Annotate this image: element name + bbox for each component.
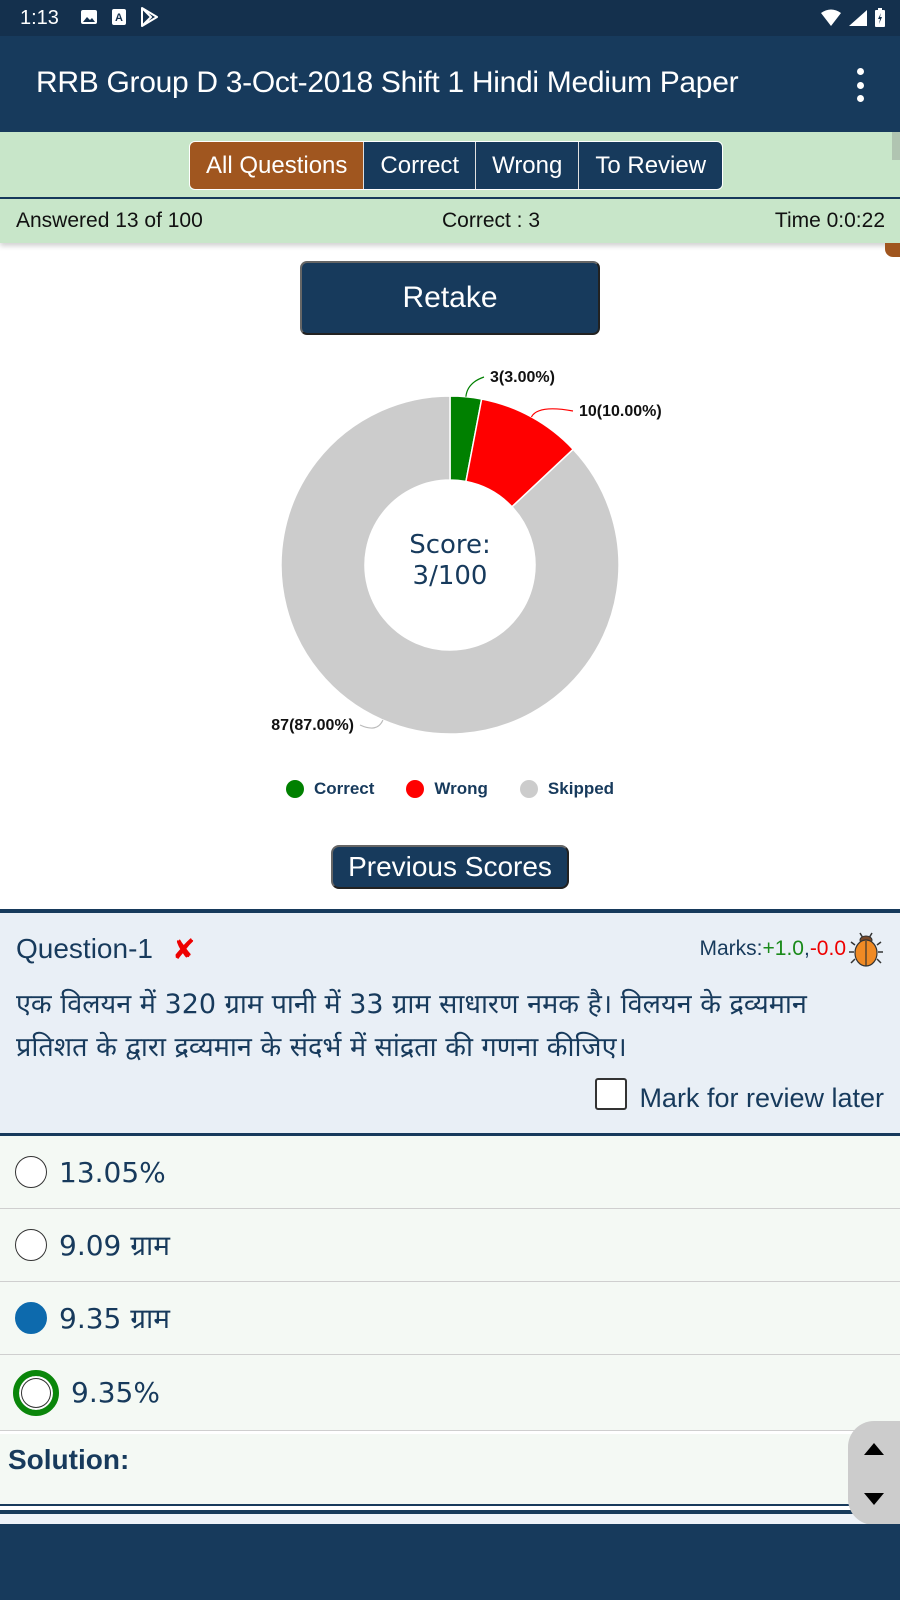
- tab-wrong[interactable]: Wrong: [475, 142, 579, 189]
- scroll-nav: [848, 1421, 900, 1525]
- option-text: 13.05%: [59, 1155, 166, 1189]
- scrollbar-thumb[interactable]: [892, 132, 900, 160]
- data-label-skipped: 87(87.00%): [271, 717, 354, 734]
- option-1[interactable]: 13.05%: [0, 1136, 900, 1209]
- scroll-down-icon[interactable]: [862, 1489, 886, 1509]
- side-drawer-handle[interactable]: [885, 243, 900, 257]
- question-card: Question-1 ✘ Marks:+1.0,-0.0 एक विलयन मे…: [0, 909, 900, 1136]
- correct-count: Correct : 3: [442, 209, 541, 232]
- score-donut-chart: 3(3.00%) 10(10.00%) 87(87.00%) Score: 3/100 …: [0, 360, 900, 820]
- status-bar: 1:13 A: [0, 0, 900, 36]
- legend-item-skipped[interactable]: Skipped: [519, 779, 615, 799]
- question-text: एक विलयन में 320 ग्राम पानी में 33 ग्राम…: [16, 989, 807, 1063]
- legend-dot-correct: [285, 780, 304, 798]
- review-label: Mark for review later: [639, 1083, 884, 1113]
- leader-line-wrong: [530, 408, 574, 418]
- option-text: 9.09 ग्राम: [59, 1229, 171, 1262]
- option-2[interactable]: 9.09 ग्राम: [0, 1209, 900, 1282]
- filter-tabs: All Questions Correct Wrong To Review: [189, 141, 724, 190]
- legend-label-skipped: Skipped: [547, 779, 615, 798]
- option-4[interactable]: 9.35%: [0, 1355, 900, 1431]
- marks-info: Marks:+1.0,-0.0: [700, 937, 847, 961]
- app-title: RRB Group D 3-Oct-2018 Shift 1 Hindi Med…: [36, 66, 739, 99]
- status-time: 1:13: [20, 7, 59, 29]
- marks-positive: +1.0: [762, 937, 804, 960]
- legend-dot-skipped: [519, 780, 538, 798]
- option-text: 9.35 ग्राम: [59, 1302, 171, 1335]
- scroll-up-icon[interactable]: [862, 1439, 886, 1459]
- mark-for-review[interactable]: Mark for review later: [595, 1077, 884, 1114]
- signal-icon: [848, 9, 868, 32]
- tab-all-questions[interactable]: All Questions: [190, 142, 364, 189]
- solution-label: Solution:: [8, 1444, 130, 1475]
- marks-label: Marks:: [699, 937, 763, 960]
- radio-unselected-icon[interactable]: [15, 1229, 47, 1261]
- play-store-icon: [140, 7, 158, 27]
- image-icon: [80, 8, 98, 26]
- radio-correct-answer-icon[interactable]: [13, 1369, 59, 1416]
- app-bar: RRB Group D 3-Oct-2018 Shift 1 Hindi Med…: [0, 36, 900, 132]
- legend-dot-wrong: [406, 780, 425, 798]
- filter-bar: All Questions Correct Wrong To Review: [0, 132, 900, 199]
- question-title: Question-1: [16, 933, 153, 964]
- battery-charging-icon: [874, 8, 886, 33]
- data-label-correct: 3(3.00%): [490, 369, 555, 386]
- solution-section: Solution:: [0, 1434, 900, 1506]
- font-download-icon: A: [110, 8, 128, 26]
- answered-count: Answered 13 of 100: [16, 209, 203, 232]
- legend-label-correct: Correct: [313, 779, 375, 798]
- review-checkbox[interactable]: [595, 1077, 628, 1110]
- more-vert-icon[interactable]: [854, 68, 866, 102]
- marks-negative: -0.0: [809, 937, 846, 960]
- wifi-icon: [820, 9, 842, 32]
- donut-svg: 3(3.00%) 10(10.00%) 87(87.00%) Score:3/100: [271, 369, 662, 735]
- radio-unselected-icon[interactable]: [15, 1156, 47, 1188]
- radio-selected-icon[interactable]: [15, 1302, 47, 1334]
- center-score-value: 3/100: [413, 561, 488, 591]
- svg-text:A: A: [115, 12, 123, 24]
- previous-scores-button[interactable]: Previous Scores: [331, 845, 569, 889]
- leader-line-correct: [465, 376, 485, 397]
- report-bug-icon[interactable]: [848, 929, 884, 967]
- retake-button[interactable]: Retake: [300, 261, 600, 335]
- option-text: 9.35%: [71, 1376, 160, 1409]
- answer-options: 13.05% 9.09 ग्राम 9.35 ग्राम 9.35%: [0, 1136, 900, 1431]
- wrong-mark-icon: ✘: [172, 934, 196, 965]
- leader-line-skipped: [359, 719, 384, 729]
- option-3[interactable]: 9.35 ग्राम: [0, 1282, 900, 1355]
- legend-label-wrong: Wrong: [434, 779, 488, 798]
- legend-item-wrong[interactable]: Wrong: [406, 779, 488, 799]
- tab-to-review[interactable]: To Review: [578, 142, 723, 189]
- legend-item-correct[interactable]: Correct: [285, 779, 375, 799]
- spacer: [0, 1514, 900, 1524]
- info-bar: Answered 13 of 100 Correct : 3 Time 0:0:…: [0, 199, 900, 243]
- tab-correct[interactable]: Correct: [363, 142, 476, 189]
- bottom-bar: [0, 1524, 900, 1600]
- data-label-wrong: 10(10.00%): [579, 403, 662, 420]
- center-score-label: Score:: [409, 530, 491, 560]
- elapsed-time: Time 0:0:22: [774, 209, 885, 232]
- chart-legend: Correct Wrong Skipped: [0, 779, 900, 799]
